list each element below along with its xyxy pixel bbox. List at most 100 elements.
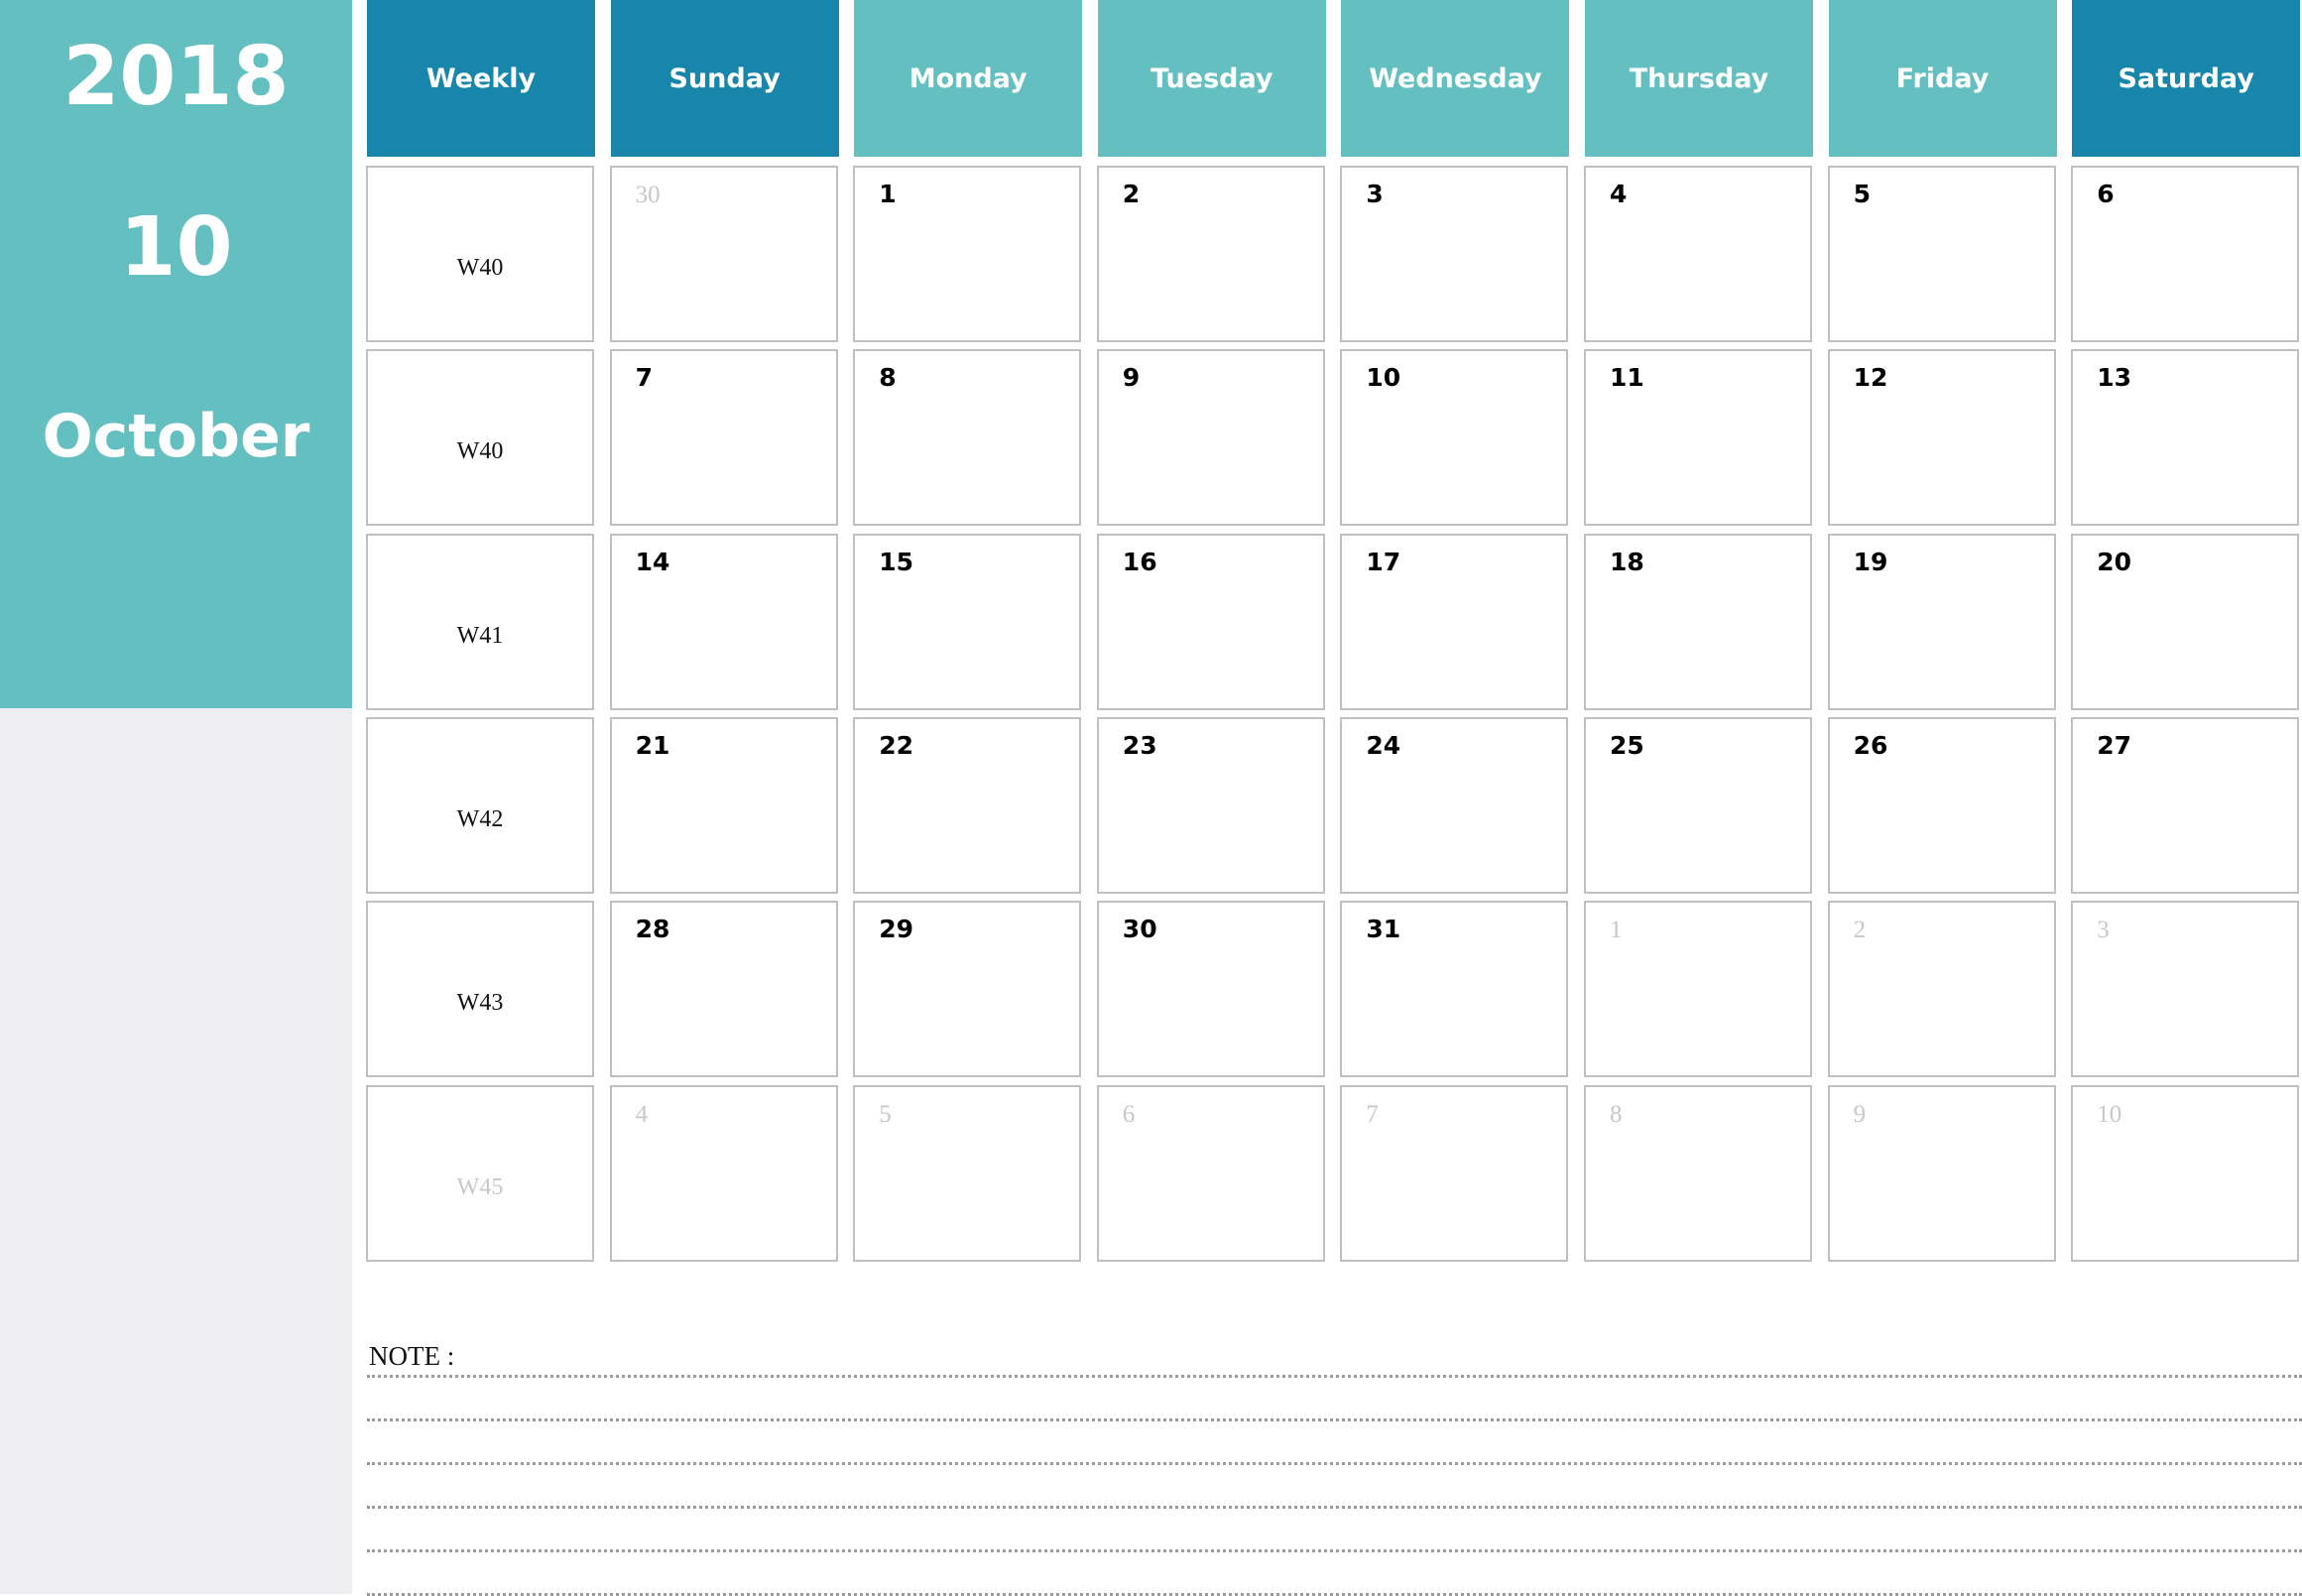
day-number: 22 — [879, 730, 913, 760]
header-friday: Friday — [1828, 0, 2057, 157]
day-number: 28 — [635, 915, 670, 944]
week-number-label: W45 — [456, 1173, 504, 1200]
day-number: 2 — [1122, 180, 1141, 208]
day-cell[interactable]: 8 — [853, 349, 1082, 527]
day-number: 15 — [879, 547, 913, 576]
week-number-label: W42 — [456, 805, 504, 832]
day-cell[interactable]: 2 — [1096, 166, 1325, 342]
day-cell[interactable]: 5 — [1827, 166, 2056, 342]
day-cell[interactable]: 21 — [609, 716, 838, 894]
day-cell[interactable]: 22 — [853, 716, 1082, 894]
day-number: 7 — [1366, 1100, 1379, 1128]
day-number: 23 — [1122, 730, 1157, 760]
day-cell-other-month[interactable]: 9 — [1827, 1084, 2056, 1262]
day-number: 11 — [1610, 363, 1644, 393]
note-line[interactable] — [367, 1549, 2302, 1552]
day-number: 29 — [879, 915, 913, 944]
day-cell[interactable]: 14 — [609, 533, 838, 710]
month-number-label: 10 — [119, 200, 233, 295]
week-number-cell[interactable]: W41 — [366, 533, 594, 710]
day-cell-other-month[interactable]: 4 — [609, 1084, 838, 1262]
day-cell-other-month[interactable]: 2 — [1827, 901, 2056, 1078]
day-cell[interactable]: 18 — [1584, 533, 1812, 710]
day-number: 1 — [879, 180, 897, 208]
month-name-label: October — [42, 402, 310, 471]
sidebar-blank-panel — [0, 708, 352, 1594]
day-cell[interactable]: 29 — [853, 901, 1082, 1078]
notes-label: NOTE : — [369, 1341, 455, 1371]
day-cell[interactable]: 15 — [853, 533, 1082, 710]
day-number: 6 — [1122, 1100, 1136, 1128]
header-tuesday: Tuesday — [1097, 0, 1326, 157]
day-cell[interactable]: 7 — [609, 349, 838, 527]
header-weekly: Weekly — [367, 0, 595, 157]
week-number-label: W41 — [456, 622, 504, 649]
day-cell-other-month[interactable]: 5 — [853, 1084, 1082, 1262]
day-cell[interactable]: 31 — [1340, 901, 1569, 1078]
day-number: 7 — [635, 363, 653, 393]
day-cell[interactable]: 28 — [609, 901, 838, 1078]
note-line[interactable] — [367, 1462, 2302, 1465]
day-number: 12 — [1853, 363, 1888, 393]
day-number: 4 — [635, 1100, 649, 1128]
day-number: 5 — [1853, 180, 1871, 208]
day-number: 8 — [1610, 1100, 1623, 1128]
day-cell-other-month[interactable]: 6 — [1096, 1084, 1325, 1262]
week-number-label: W40 — [456, 255, 504, 281]
day-cell[interactable]: 10 — [1340, 349, 1569, 527]
day-cell-other-month[interactable]: 7 — [1340, 1084, 1569, 1262]
day-number: 5 — [879, 1100, 892, 1128]
day-number: 18 — [1610, 547, 1644, 576]
day-cell[interactable]: 16 — [1096, 533, 1325, 710]
day-number: 20 — [2097, 547, 2131, 576]
day-cell[interactable]: 30 — [1096, 901, 1325, 1078]
day-number: 13 — [2097, 363, 2131, 393]
day-cell[interactable]: 19 — [1827, 533, 2056, 710]
note-line[interactable] — [367, 1418, 2302, 1421]
day-cell[interactable]: 13 — [2071, 349, 2300, 527]
day-cell-other-month[interactable]: 1 — [1584, 901, 1812, 1078]
day-cell-other-month[interactable]: 3 — [2071, 901, 2300, 1078]
week-number-cell[interactable]: W45 — [366, 1084, 594, 1262]
day-cell-other-month[interactable]: 30 — [609, 166, 838, 342]
day-cell[interactable]: 9 — [1096, 349, 1325, 527]
header-monday: Monday — [854, 0, 1083, 157]
header-sunday: Sunday — [610, 0, 839, 157]
day-number: 8 — [879, 363, 897, 393]
day-cell[interactable]: 27 — [2071, 716, 2300, 894]
day-cell[interactable]: 23 — [1096, 716, 1325, 894]
note-line[interactable] — [367, 1506, 2302, 1509]
week-number-cell[interactable]: W40 — [366, 349, 594, 527]
day-cell[interactable]: 4 — [1584, 166, 1812, 342]
day-number: 10 — [2097, 1100, 2122, 1128]
day-number: 27 — [2097, 730, 2131, 760]
header-thursday: Thursday — [1585, 0, 1813, 157]
day-cell[interactable]: 12 — [1827, 349, 2056, 527]
note-line[interactable] — [367, 1375, 2302, 1378]
week-number-cell[interactable]: W42 — [366, 716, 594, 894]
day-cell[interactable]: 6 — [2071, 166, 2300, 342]
day-cell[interactable]: 26 — [1827, 716, 2056, 894]
day-number: 10 — [1366, 363, 1401, 393]
day-number: 25 — [1610, 730, 1644, 760]
day-number: 1 — [1610, 917, 1623, 944]
day-cell[interactable]: 17 — [1340, 533, 1569, 710]
week-number-cell[interactable]: W40 — [366, 166, 594, 342]
day-cell-other-month[interactable]: 10 — [2071, 1084, 2300, 1262]
day-number: 3 — [2097, 917, 2110, 944]
day-cell[interactable]: 1 — [853, 166, 1082, 342]
day-cell[interactable]: 25 — [1584, 716, 1812, 894]
week-number-label: W40 — [456, 438, 504, 465]
day-cell[interactable]: 3 — [1340, 166, 1569, 342]
day-cell[interactable]: 24 — [1340, 716, 1569, 894]
year-label: 2018 — [62, 30, 290, 124]
day-number: 24 — [1366, 730, 1401, 760]
day-number: 9 — [1853, 1100, 1867, 1128]
day-cell[interactable]: 20 — [2071, 533, 2300, 710]
day-cell[interactable]: 11 — [1584, 349, 1812, 527]
day-number: 9 — [1122, 363, 1141, 393]
day-cell-other-month[interactable]: 8 — [1584, 1084, 1812, 1262]
week-number-cell[interactable]: W43 — [366, 901, 594, 1078]
day-number: 2 — [1853, 917, 1867, 944]
day-number: 6 — [2097, 180, 2115, 208]
